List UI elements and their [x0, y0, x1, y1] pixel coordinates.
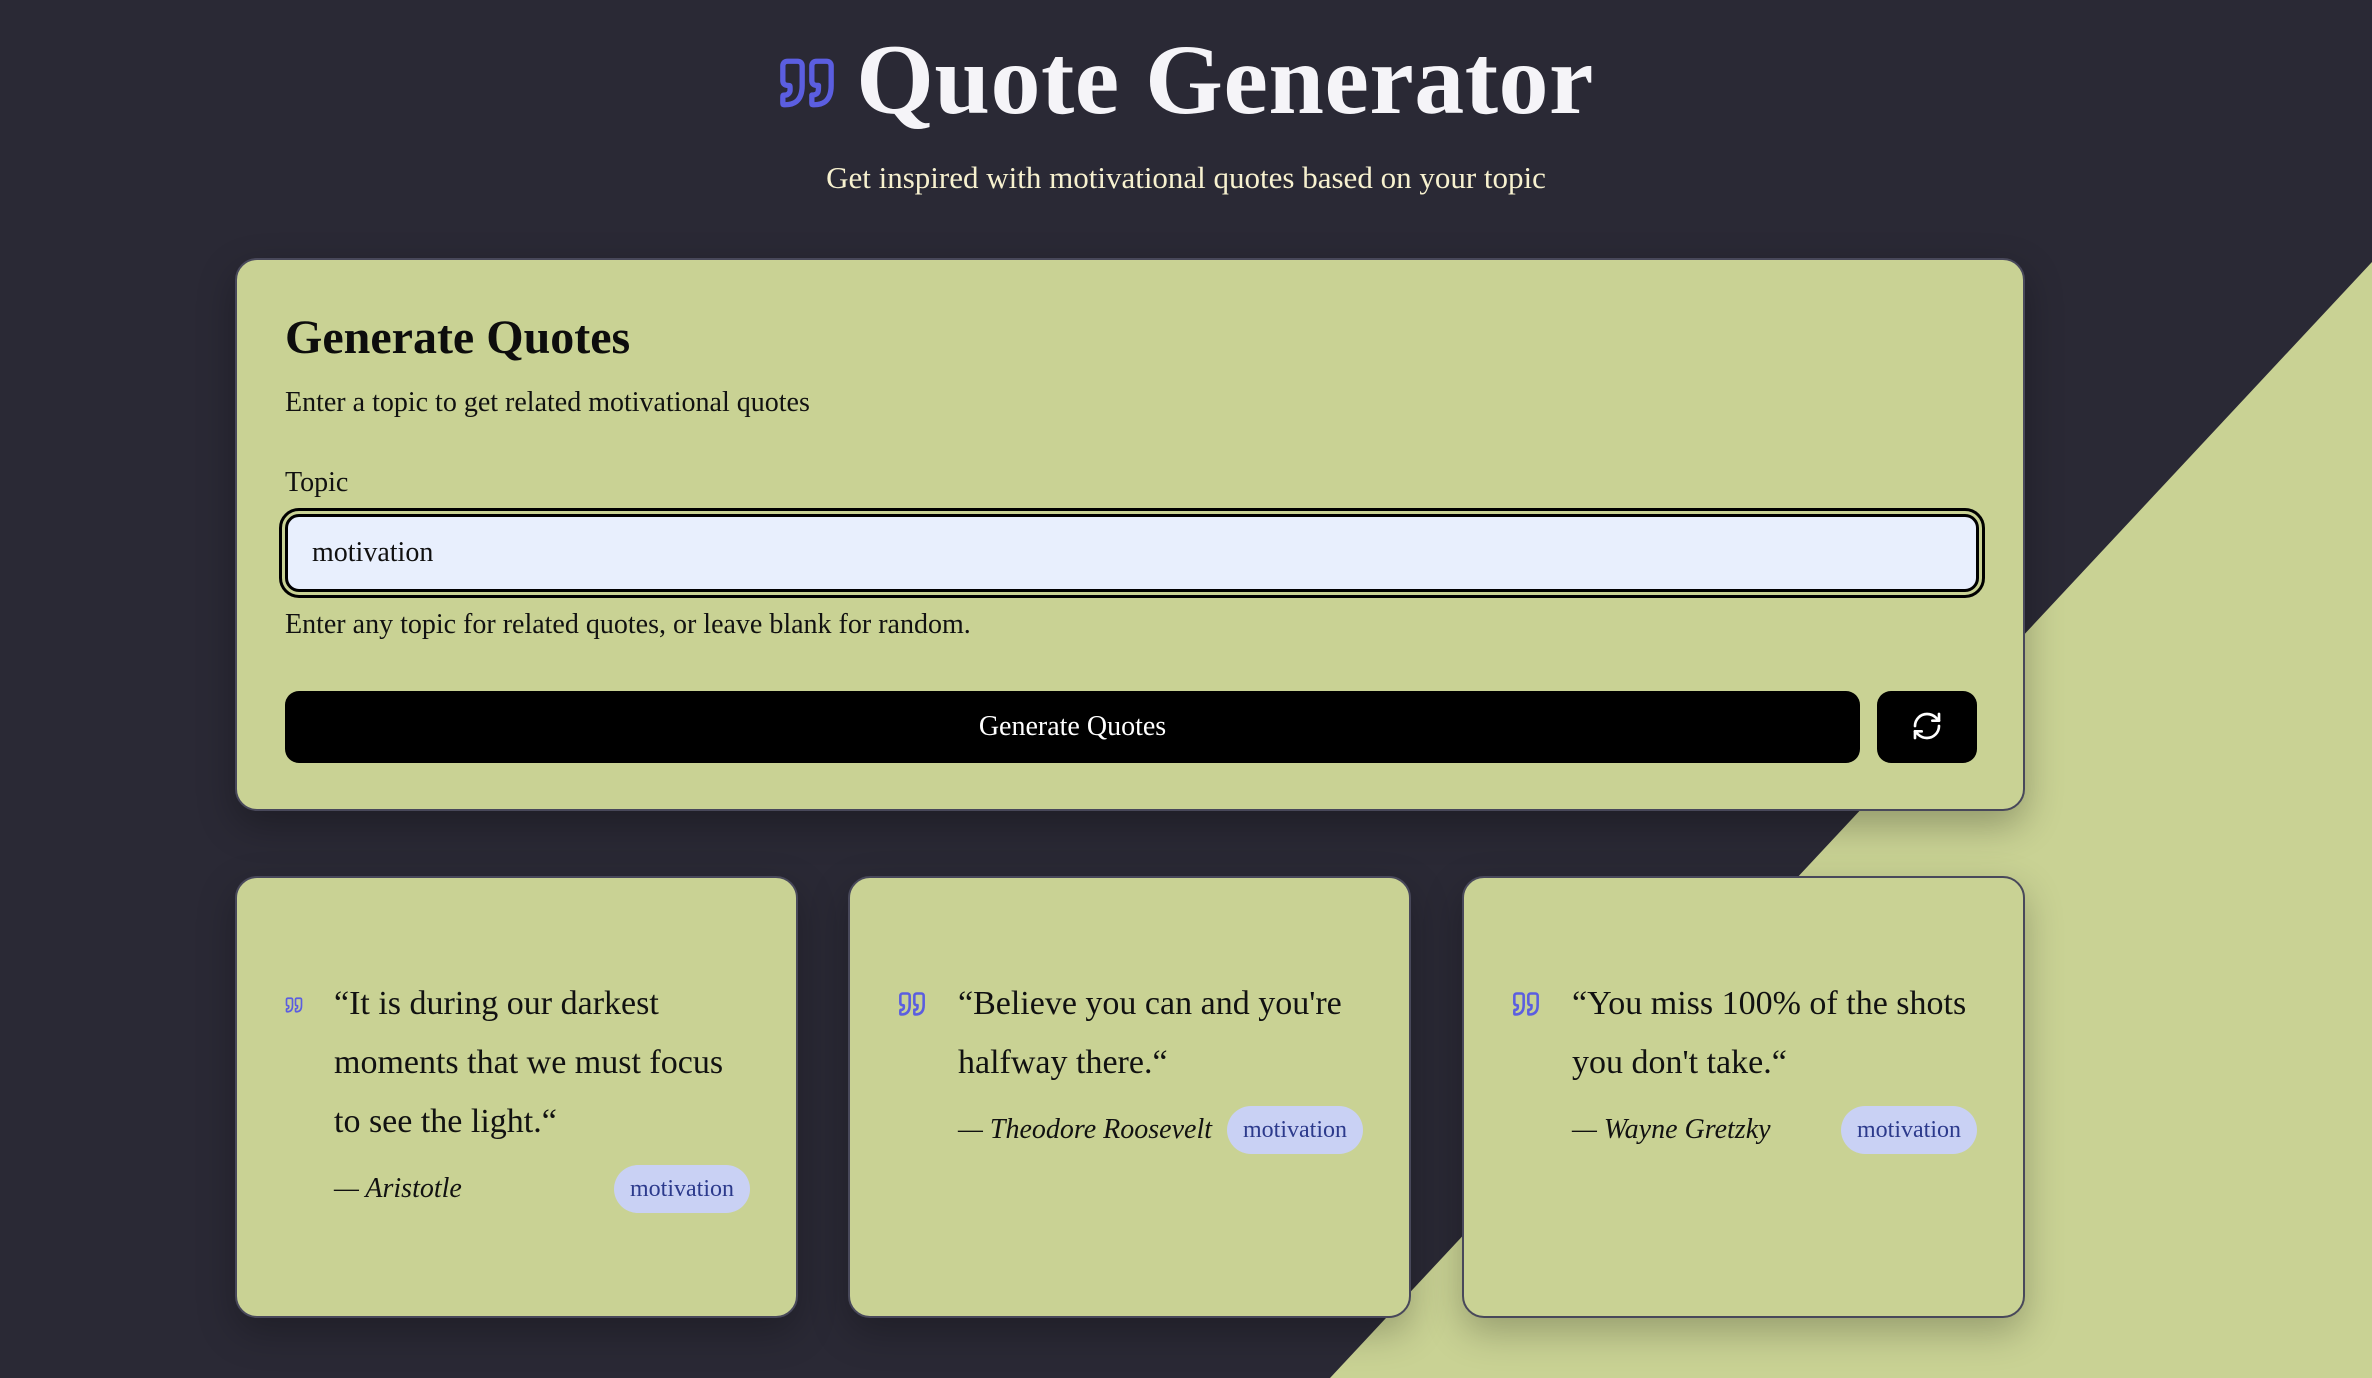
- topic-tag: motivation: [1841, 1106, 1977, 1154]
- quote-meta: — Theodore Roosevelt motivation: [958, 1106, 1363, 1154]
- quote-author: — Theodore Roosevelt: [958, 1114, 1213, 1145]
- quote-meta: — Aristotle motivation: [334, 1165, 750, 1213]
- quote-card: “It is during our darkest moments that w…: [235, 876, 798, 1318]
- card-title: Generate Quotes: [285, 311, 631, 364]
- topic-label: Topic: [285, 467, 349, 498]
- quote-card: “You miss 100% of the shots you don't ta…: [1462, 876, 2025, 1318]
- quote-text: “Believe you can and you're halfway ther…: [958, 985, 1342, 1081]
- refresh-icon: [1911, 710, 1943, 745]
- quote-card: “Believe you can and you're halfway ther…: [848, 876, 1411, 1318]
- refresh-button[interactable]: [1877, 691, 1977, 763]
- quote-body: “It is during our darkest moments that w…: [334, 974, 750, 1213]
- topic-tag: motivation: [614, 1165, 750, 1213]
- quote-body: “Believe you can and you're halfway ther…: [958, 974, 1363, 1154]
- quote-icon: [778, 54, 836, 112]
- topic-tag: motivation: [1227, 1106, 1363, 1154]
- quote-icon: [898, 990, 926, 1023]
- page-title: Quote Generator: [856, 24, 1594, 135]
- quote-icon: [1512, 990, 1540, 1023]
- header: Quote Generator Get inspired with motiva…: [0, 20, 2372, 196]
- quote-author: — Wayne Gretzky: [1572, 1114, 1771, 1145]
- quote-meta: — Wayne Gretzky motivation: [1572, 1106, 1977, 1154]
- quote-text: “You miss 100% of the shots you don't ta…: [1572, 985, 1967, 1081]
- quote-text: “It is during our darkest moments that w…: [334, 985, 724, 1140]
- quote-author: — Aristotle: [334, 1173, 462, 1204]
- quote-icon: [285, 996, 303, 1019]
- generate-quotes-button[interactable]: Generate Quotes: [285, 691, 1860, 763]
- topic-helper-text: Enter any topic for related quotes, or l…: [285, 609, 971, 640]
- page-subtitle: Get inspired with motivational quotes ba…: [826, 160, 1546, 195]
- topic-input[interactable]: [279, 508, 1985, 598]
- title-row: Quote Generator: [0, 20, 2372, 140]
- generate-quotes-card: Generate Quotes Enter a topic to get rel…: [235, 258, 2025, 811]
- page: Quote Generator Get inspired with motiva…: [0, 0, 2372, 1378]
- quote-body: “You miss 100% of the shots you don't ta…: [1572, 974, 1977, 1154]
- card-description: Enter a topic to get related motivationa…: [285, 387, 810, 418]
